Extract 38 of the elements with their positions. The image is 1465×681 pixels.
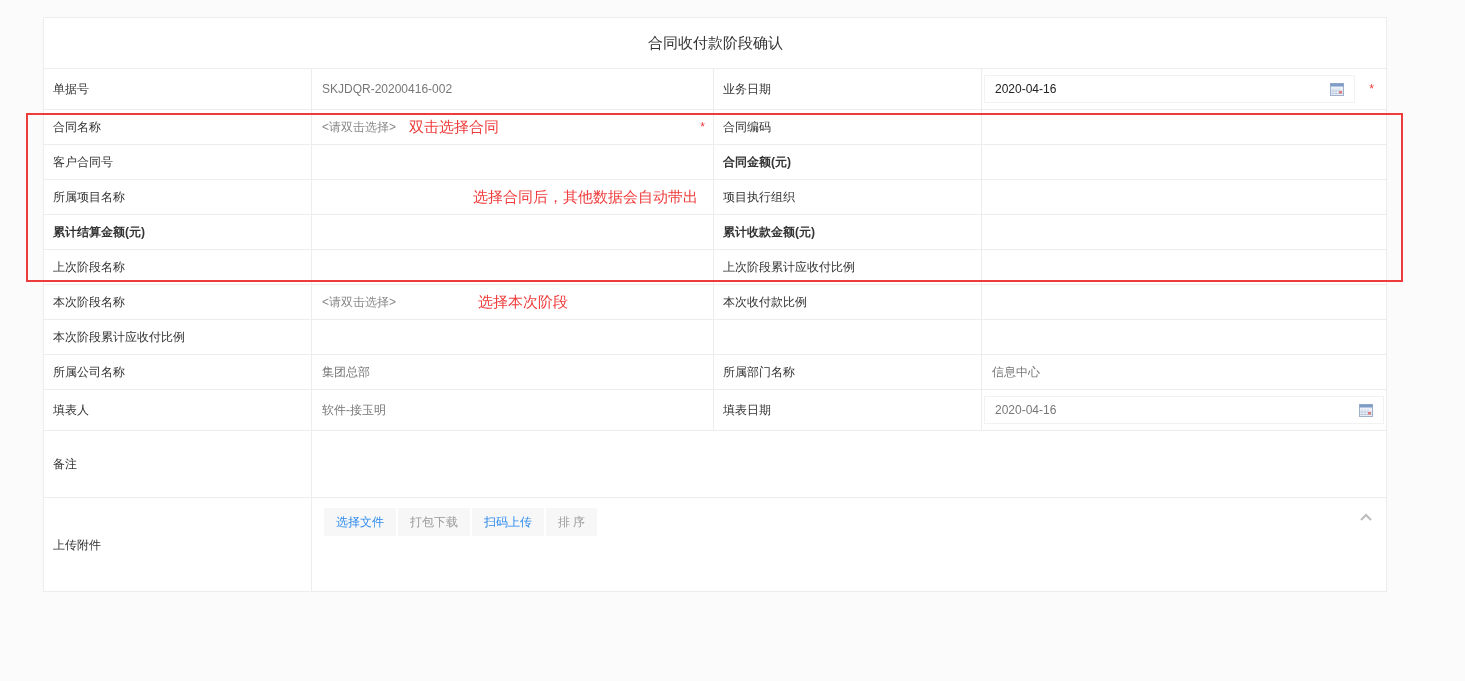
field-label: 合同金额(元) [723, 154, 791, 171]
date-field[interactable]: 2020-04-16 [984, 75, 1356, 103]
field-value: 软件-接玉明 [322, 402, 386, 419]
annotation-note: 选择合同后，其他数据会自动带出 [473, 186, 698, 207]
field-label: 客户合同号 [53, 154, 113, 171]
field-label: 本次收付款比例 [723, 294, 807, 311]
field-value: SKJDQR-20200416-002 [322, 81, 453, 98]
field-value: 集团总部 [322, 364, 370, 381]
annotation-note: 双击选择合同 [409, 116, 499, 137]
field-label: 本次阶段名称 [53, 294, 125, 311]
field-label: 所属部门名称 [723, 364, 795, 381]
field-label: 备注 [53, 456, 77, 473]
field-label: 单据号 [53, 81, 89, 98]
form-title: 合同收付款阶段确认 [647, 32, 783, 53]
field-label: 上次阶段累计应收付比例 [723, 259, 855, 276]
field-label: 项目执行组织 [723, 189, 795, 206]
field-label: 上次阶段名称 [53, 259, 125, 276]
required-mark: * [1369, 81, 1374, 98]
field-value: 信息中心 [992, 364, 1040, 381]
select-field[interactable]: <请双击选择> [322, 118, 396, 136]
field-label: 上传附件 [53, 536, 101, 554]
field-label: 累计收款金额(元) [723, 224, 815, 241]
chevron-up-icon[interactable] [1360, 513, 1372, 521]
required-mark: * [700, 119, 705, 136]
field-label: 所属项目名称 [53, 189, 125, 206]
field-label: 本次阶段累计应收付比例 [53, 329, 185, 346]
field-label: 累计结算金额(元) [53, 224, 145, 241]
annotation-note: 选择本次阶段 [478, 291, 568, 312]
field-label: 所属公司名称 [53, 364, 125, 381]
field-label: 业务日期 [723, 81, 771, 98]
select-field[interactable]: <请双击选择> [322, 293, 396, 311]
field-label: 填表人 [53, 402, 89, 419]
field-label: 合同名称 [53, 119, 101, 136]
field-label: 合同编码 [723, 119, 771, 136]
field-label: 填表日期 [723, 402, 771, 419]
attachment-button[interactable]: 扫码上传 [472, 508, 544, 536]
attachment-button[interactable]: 选择文件 [324, 508, 396, 536]
calendar-icon[interactable] [1330, 82, 1345, 96]
